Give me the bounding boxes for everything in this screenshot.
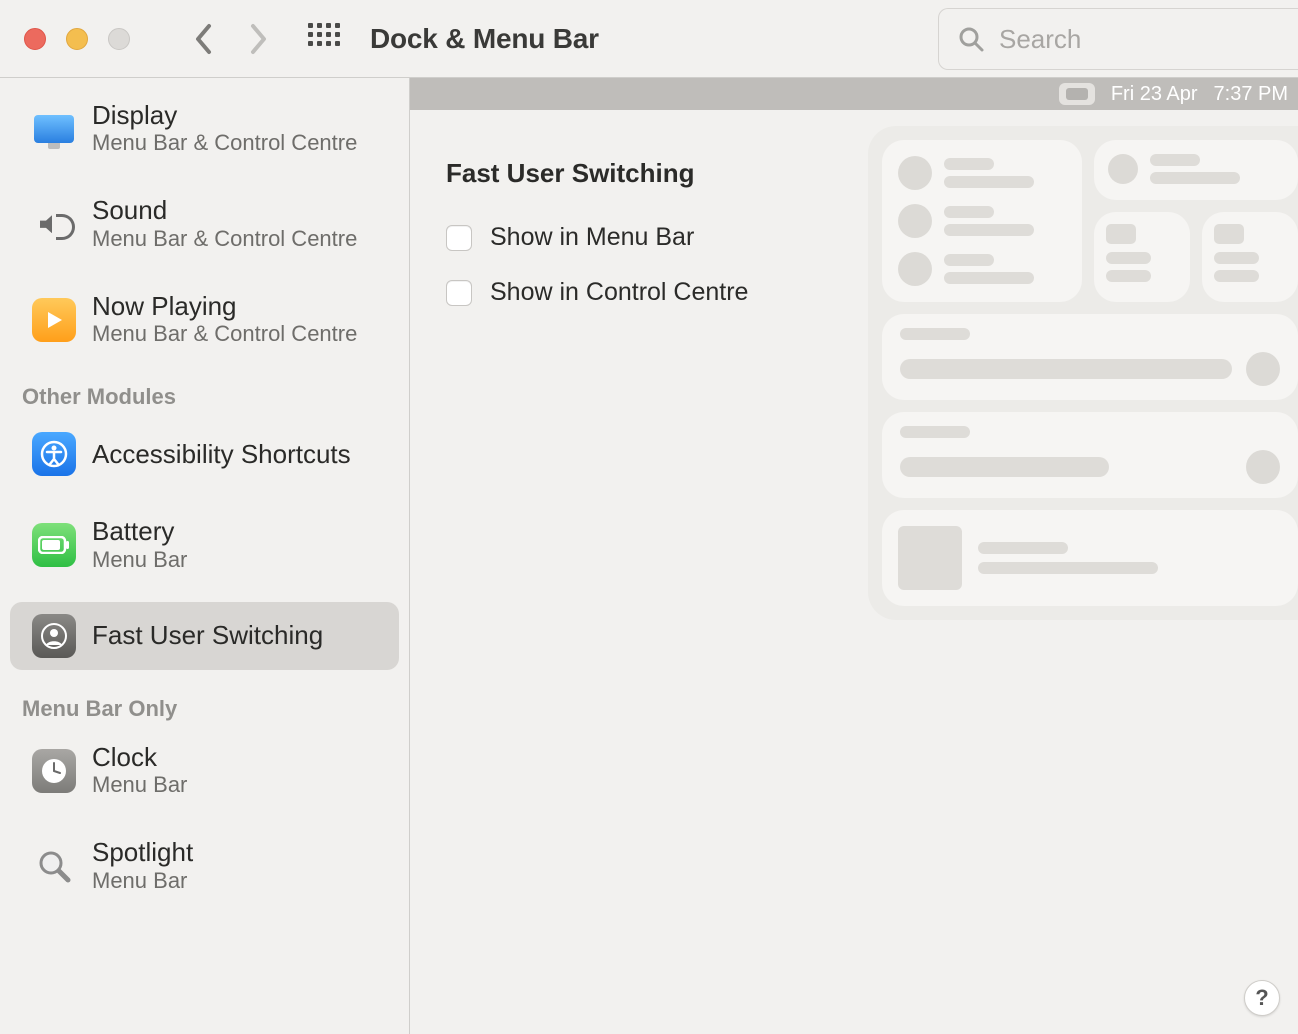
close-window-button[interactable] [24,28,46,50]
now-playing-icon [32,298,76,342]
cc-preview-card [882,140,1082,302]
sidebar-item-accessibility-shortcuts[interactable]: Accessibility Shortcuts [10,420,399,488]
toolbar: Dock & Menu Bar [0,0,1298,78]
sidebar-item-label: Battery [92,518,187,545]
apps-grid-icon [308,23,340,55]
fast-user-switching-icon [32,614,76,658]
chevron-left-icon [194,23,214,55]
sidebar-item-label: Sound [92,197,357,224]
menubar-date: Fri 23 Apr [1111,83,1198,106]
sidebar-item-label: Spotlight [92,839,193,866]
sidebar-item-now-playing[interactable]: Now Playing Menu Bar & Control Centre [10,281,399,358]
sidebar-item-sublabel: Menu Bar & Control Centre [92,227,357,251]
accessibility-icon [32,432,76,476]
forward-button[interactable] [248,23,268,55]
sidebar-item-label: Display [92,102,357,129]
spotlight-icon [32,844,76,888]
menubar-time: 7:37 PM [1214,83,1288,106]
sidebar-item-fast-user-switching[interactable]: Fast User Switching [10,602,399,670]
nav-arrows [194,23,268,55]
sidebar-section-menu-bar-only: Menu Bar Only [0,688,409,732]
sidebar: Display Menu Bar & Control Centre Sound … [0,78,410,1034]
chevron-right-icon [248,23,268,55]
show-in-control-centre-checkbox[interactable] [446,280,472,306]
control-centre-menubar-icon [1059,83,1095,105]
sidebar-item-display[interactable]: Display Menu Bar & Control Centre [10,90,399,167]
sidebar-item-label: Accessibility Shortcuts [92,441,351,468]
cc-preview-slider-card [882,314,1298,400]
sound-icon [32,202,76,246]
sidebar-item-label: Now Playing [92,293,357,320]
back-button[interactable] [194,23,214,55]
sidebar-item-sublabel: Menu Bar [92,548,187,572]
control-centre-preview [868,126,1298,620]
cc-preview-media-card [882,510,1298,606]
zoom-window-button[interactable] [108,28,130,50]
sidebar-item-sublabel: Menu Bar [92,773,187,797]
sidebar-item-label: Clock [92,744,187,771]
show-all-preferences-button[interactable] [308,23,340,55]
sidebar-item-sublabel: Menu Bar [92,869,193,893]
show-in-control-centre-label: Show in Control Centre [490,278,748,307]
search-field[interactable] [938,8,1298,70]
sidebar-item-spotlight[interactable]: Spotlight Menu Bar [10,827,399,904]
help-icon: ? [1255,985,1268,1011]
search-input[interactable] [999,24,1259,55]
cc-preview-card [1094,140,1298,200]
show-in-menu-bar-label: Show in Menu Bar [490,223,694,252]
search-icon [957,25,985,53]
detail-pane: Fast User Switching Show in Menu Bar Sho… [410,110,1298,1034]
sidebar-item-battery[interactable]: Battery Menu Bar [10,506,399,583]
sidebar-item-label: Fast User Switching [92,622,323,649]
window-title: Dock & Menu Bar [370,23,599,55]
cc-preview-slider-card [882,412,1298,498]
sidebar-section-other-modules: Other Modules [0,376,409,420]
display-icon [32,107,76,151]
battery-icon [32,523,76,567]
sidebar-item-clock[interactable]: Clock Menu Bar [10,732,399,809]
help-button[interactable]: ? [1244,980,1280,1016]
window-controls [24,28,130,50]
menubar-preview: Fri 23 Apr 7:37 PM [410,78,1298,110]
show-in-menu-bar-checkbox[interactable] [446,225,472,251]
sidebar-item-sublabel: Menu Bar & Control Centre [92,322,357,346]
cc-preview-card [1094,212,1190,302]
content-area: Fri 23 Apr 7:37 PM Fast User Switching S… [410,78,1298,1034]
sidebar-item-sublabel: Menu Bar & Control Centre [92,131,357,155]
minimize-window-button[interactable] [66,28,88,50]
cc-preview-card [1202,212,1298,302]
clock-icon [32,749,76,793]
sidebar-item-sound[interactable]: Sound Menu Bar & Control Centre [10,185,399,262]
